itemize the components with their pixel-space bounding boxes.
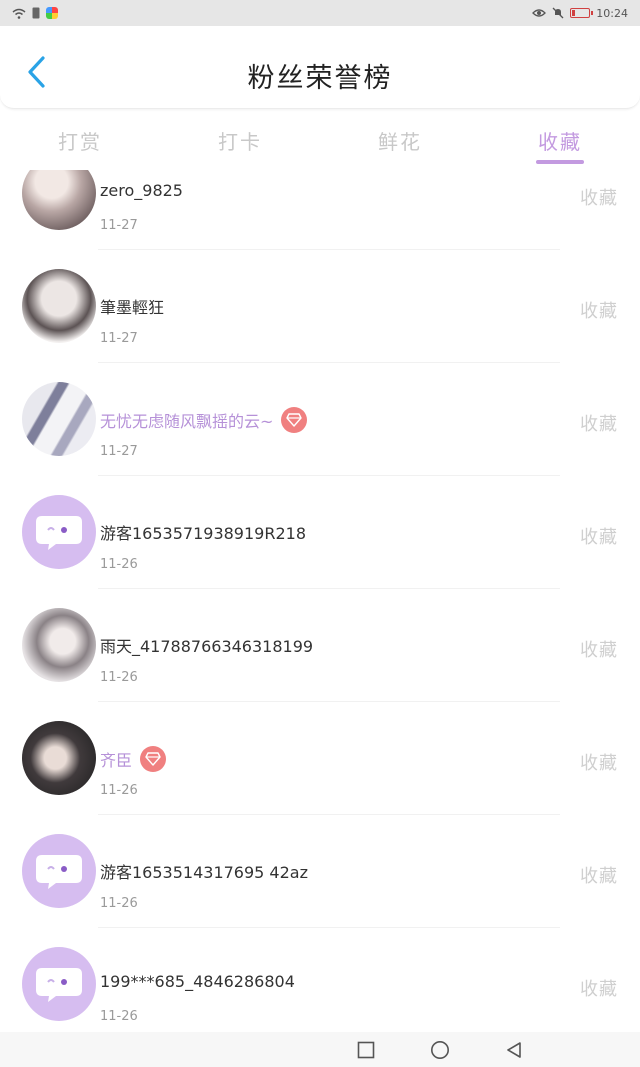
list-item[interactable]: 游客1653571938919R218 11-26 收藏: [0, 476, 640, 589]
avatar[interactable]: [22, 382, 96, 456]
avatar[interactable]: [22, 947, 96, 1021]
list-item[interactable]: zero_9825 11-27 收藏: [0, 170, 640, 250]
default-avatar-chat-icon: [34, 851, 84, 891]
status-time: 10:24: [596, 6, 628, 20]
diamond-icon: [140, 746, 167, 772]
favorite-label: 收藏: [580, 301, 618, 322]
favorite-label: 收藏: [580, 979, 618, 1000]
favorite-label: 收藏: [580, 753, 618, 774]
avatar[interactable]: [22, 608, 96, 682]
user-name[interactable]: zero_9825: [100, 181, 183, 200]
eye-icon: [532, 8, 547, 18]
tab-label: 收藏: [538, 130, 582, 154]
user-name[interactable]: 筆墨輕狂: [100, 294, 164, 318]
tab-checkin[interactable]: 打卡: [160, 108, 320, 170]
name-line: 雨天_41788766346318199: [100, 633, 313, 657]
favorite-label: 收藏: [580, 188, 618, 209]
name-line: 筆墨輕狂: [100, 294, 164, 318]
wifi-icon: [12, 8, 26, 19]
mute-icon: [552, 7, 564, 19]
favorite-label: 收藏: [580, 866, 618, 887]
fan-list[interactable]: zero_9825 11-27 收藏 筆墨輕狂 11-27 收藏 无忧无虑随风飘摇的云~ 11…: [0, 170, 640, 1032]
diamond-icon: [281, 407, 308, 433]
list-item[interactable]: 游客1653514317695 42az 11-26 收藏: [0, 815, 640, 928]
tab-bar: 打赏 打卡 鲜花 收藏: [0, 108, 640, 170]
name-line: 齐臣: [100, 746, 167, 772]
list-item[interactable]: 无忧无虑随风飘摇的云~ 11-27 收藏: [0, 363, 640, 476]
avatar[interactable]: [22, 495, 96, 569]
favorite-label: 收藏: [580, 527, 618, 548]
status-left: [12, 7, 58, 19]
user-name[interactable]: 无忧无虑随风飘摇的云~: [100, 408, 273, 432]
app-icon: [46, 7, 58, 19]
home-circle-icon[interactable]: [430, 1040, 450, 1060]
active-tab-indicator: [536, 160, 584, 164]
user-name[interactable]: 雨天_41788766346318199: [100, 633, 313, 657]
back-triangle-icon[interactable]: [505, 1041, 523, 1059]
user-name[interactable]: 游客1653571938919R218: [100, 520, 306, 544]
favorite-label: 收藏: [580, 414, 618, 435]
user-name[interactable]: 游客1653514317695 42az: [100, 859, 308, 883]
date: 11-26: [100, 896, 138, 911]
list-item[interactable]: 199***685_4846286804 11-26 收藏: [0, 928, 640, 1032]
fan-list-rows: zero_9825 11-27 收藏 筆墨輕狂 11-27 收藏 无忧无虑随风飘摇的云~ 11…: [0, 170, 640, 1032]
tab-label: 打卡: [218, 130, 262, 154]
avatar[interactable]: [22, 170, 96, 230]
status-bar: 10:24: [0, 0, 640, 26]
user-name[interactable]: 199***685_4846286804: [100, 972, 295, 991]
tab-reward[interactable]: 打赏: [0, 108, 160, 170]
tab-label: 鲜花: [378, 130, 422, 154]
favorite-label: 收藏: [580, 640, 618, 661]
battery-icon: [570, 8, 594, 18]
date: 11-27: [100, 218, 138, 233]
date: 11-27: [100, 444, 138, 459]
list-item[interactable]: 筆墨輕狂 11-27 收藏: [0, 250, 640, 363]
avatar[interactable]: [22, 269, 96, 343]
name-line: zero_9825: [100, 181, 183, 200]
default-avatar-chat-icon: [34, 512, 84, 552]
header: 粉丝荣誉榜: [0, 26, 640, 109]
date: 11-26: [100, 1009, 138, 1024]
name-line: 199***685_4846286804: [100, 972, 295, 991]
tab-flowers[interactable]: 鲜花: [320, 108, 480, 170]
user-name[interactable]: 齐臣: [100, 747, 132, 771]
date: 11-26: [100, 783, 138, 798]
status-right: 10:24: [532, 7, 628, 20]
recents-square-icon[interactable]: [357, 1041, 375, 1059]
list-item[interactable]: 雨天_41788766346318199 11-26 收藏: [0, 589, 640, 702]
avatar[interactable]: [22, 834, 96, 908]
date: 11-26: [100, 557, 138, 572]
tab-favorites[interactable]: 收藏: [480, 108, 640, 170]
avatar[interactable]: [22, 721, 96, 795]
name-line: 游客1653571938919R218: [100, 520, 306, 544]
system-nav-bar: [0, 1032, 640, 1067]
default-avatar-chat-icon: [34, 964, 84, 1004]
date: 11-26: [100, 670, 138, 685]
name-line: 游客1653514317695 42az: [100, 859, 308, 883]
sim-icon: [32, 7, 40, 19]
page-title: 粉丝荣誉榜: [247, 63, 393, 94]
tab-label: 打赏: [58, 130, 102, 154]
list-item[interactable]: 齐臣 11-26 收藏: [0, 702, 640, 815]
name-line: 无忧无虑随风飘摇的云~: [100, 407, 308, 433]
date: 11-27: [100, 331, 138, 346]
